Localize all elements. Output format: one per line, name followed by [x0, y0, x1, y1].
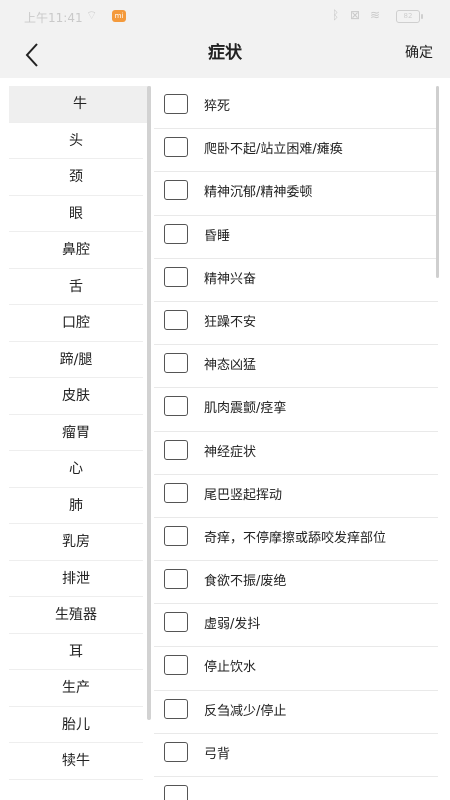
symptom-row[interactable]: 奇痒，不停摩擦或舔咬发痒部位 — [154, 518, 438, 562]
symptom-label: 爬卧不起/站立困难/瘫痪 — [204, 142, 343, 158]
status-bar: 上午11:41 ⌔ mi ᛒ ⊠ ≋ 82 — [0, 0, 450, 34]
symptom-label: 神经症状 — [204, 444, 257, 460]
symptom-row[interactable]: 食欲不振/废绝 — [154, 561, 438, 605]
category-item[interactable]: 皮肤 — [9, 378, 143, 415]
page-title: 症状 — [208, 43, 242, 63]
category-item[interactable]: 牛 — [9, 86, 151, 123]
symptom-label: 虚弱/发抖 — [204, 617, 261, 633]
symptom-checkbox[interactable] — [164, 94, 188, 114]
symptom-label: 昏睡 — [204, 228, 231, 244]
category-item[interactable]: 犊牛 — [9, 743, 143, 780]
category-item[interactable]: 口腔 — [9, 305, 143, 342]
symptom-checkbox[interactable] — [164, 180, 188, 201]
symptom-checkbox[interactable] — [164, 482, 188, 503]
symptom-list-scrollbar[interactable] — [436, 86, 439, 278]
symptom-row[interactable]: 爬卧不起/站立困难/瘫痪 — [154, 129, 438, 173]
category-item[interactable]: 乳房 — [9, 524, 143, 561]
symptom-row[interactable]: 神经症状 — [154, 432, 438, 475]
symptom-row[interactable]: 弓背 — [154, 734, 438, 777]
symptom-row[interactable]: 精神沉郁/精神委顿 — [154, 172, 438, 216]
symptom-row[interactable]: 精神兴奋 — [154, 259, 438, 302]
symptom-label: 停止饮水 — [204, 660, 257, 676]
symptom-label: 奇痒，不停摩擦或舔咬发痒部位 — [204, 530, 387, 546]
symptom-list: 猝死爬卧不起/站立困难/瘫痪 精神沉郁/精神委顿 昏睡精神兴奋狂躁不安神态凶猛肌肉震… — [154, 86, 438, 800]
symptom-checkbox[interactable] — [164, 741, 188, 762]
symptom-checkbox[interactable] — [164, 266, 188, 287]
symptom-checkbox[interactable] — [164, 223, 188, 244]
category-item[interactable]: 耳 — [9, 634, 143, 670]
status-time: 上午11:41 — [24, 11, 83, 25]
symptom-row[interactable]: 昏睡 — [154, 216, 438, 259]
symptom-checkbox[interactable] — [164, 525, 188, 546]
category-item[interactable]: 舌 — [9, 269, 143, 305]
category-item[interactable]: 生产 — [9, 670, 143, 707]
category-item[interactable]: 心 — [9, 451, 143, 488]
bluetooth-icon: ᛒ — [332, 8, 340, 22]
symptom-row[interactable]: 停止饮水 — [154, 647, 438, 691]
symptom-label: 猝死 — [204, 99, 231, 114]
wifi-icon: ≋ — [370, 8, 381, 22]
app-header: 症状 确定 — [0, 34, 450, 78]
symptom-label: 反刍减少/停止 — [204, 703, 287, 719]
symptom-checkbox[interactable] — [164, 439, 188, 460]
category-item[interactable]: 颈 — [9, 159, 143, 196]
sidebar-scrollbar[interactable] — [147, 86, 151, 720]
symptom-label: 肌肉震颤/痉挛 — [204, 401, 287, 417]
symptom-label: 神态凶猛 — [204, 358, 257, 374]
category-item[interactable]: 肺 — [9, 488, 143, 524]
symptom-label: 精神兴奋 — [204, 271, 257, 287]
symptom-row[interactable]: 神态凶猛 — [154, 345, 438, 389]
symptom-label: 食欲不振/废绝 — [204, 574, 287, 590]
symptom-checkbox[interactable] — [164, 353, 188, 374]
symptom-row[interactable]: 狂躁不安 — [154, 302, 438, 346]
battery-icon: 82 — [396, 10, 423, 23]
category-item[interactable]: 头 — [9, 123, 143, 159]
symptom-checkbox[interactable] — [164, 137, 188, 158]
symptom-label: 狂躁不安 — [204, 314, 257, 330]
category-item[interactable]: 胎儿 — [9, 707, 143, 743]
category-item[interactable]: 瘤胃 — [9, 415, 143, 451]
category-item[interactable]: 生殖器 — [9, 597, 143, 634]
symptom-checkbox[interactable] — [164, 655, 188, 676]
category-item[interactable]: 鼻腔 — [9, 232, 143, 269]
confirm-button[interactable]: 确定 — [405, 34, 433, 78]
symptom-checkbox[interactable] — [164, 396, 188, 417]
symptom-checkbox[interactable] — [164, 698, 188, 719]
no-sim-icon: ⊠ — [350, 8, 361, 22]
category-item[interactable]: 排泄 — [9, 561, 143, 597]
symptom-label: 尾巴竖起挥动 — [204, 487, 283, 503]
symptom-checkbox[interactable] — [164, 785, 188, 800]
symptom-row[interactable]: 虚弱/发抖 — [154, 604, 438, 648]
category-item[interactable]: 眼 — [9, 196, 143, 232]
category-item[interactable]: 蹄/腿 — [9, 342, 143, 378]
symptom-row[interactable]: 肌肉震颤/痉挛 — [154, 388, 438, 432]
category-sidebar: 牛头颈眼鼻腔舌口腔 蹄/腿 皮肤 瘤胃心肺乳房 排泄 生殖器耳生产 胎儿 犊牛 — [9, 86, 151, 800]
symptom-row[interactable]: 反刍减少/停止 — [154, 691, 438, 734]
symptom-checkbox[interactable] — [164, 612, 188, 633]
symptom-row[interactable] — [154, 777, 438, 800]
symptom-checkbox[interactable] — [164, 569, 188, 590]
symptom-label: 弓背 — [204, 746, 231, 762]
network-speed-icon: ⌔ — [86, 8, 98, 22]
symptom-checkbox[interactable] — [164, 309, 188, 330]
symptom-label: 精神沉郁/精神委顿 — [204, 185, 313, 201]
symptom-row[interactable]: 尾巴竖起挥动 — [154, 475, 438, 518]
symptom-row[interactable]: 猝死 — [154, 86, 438, 130]
app-notification-icon: mi — [112, 10, 126, 22]
